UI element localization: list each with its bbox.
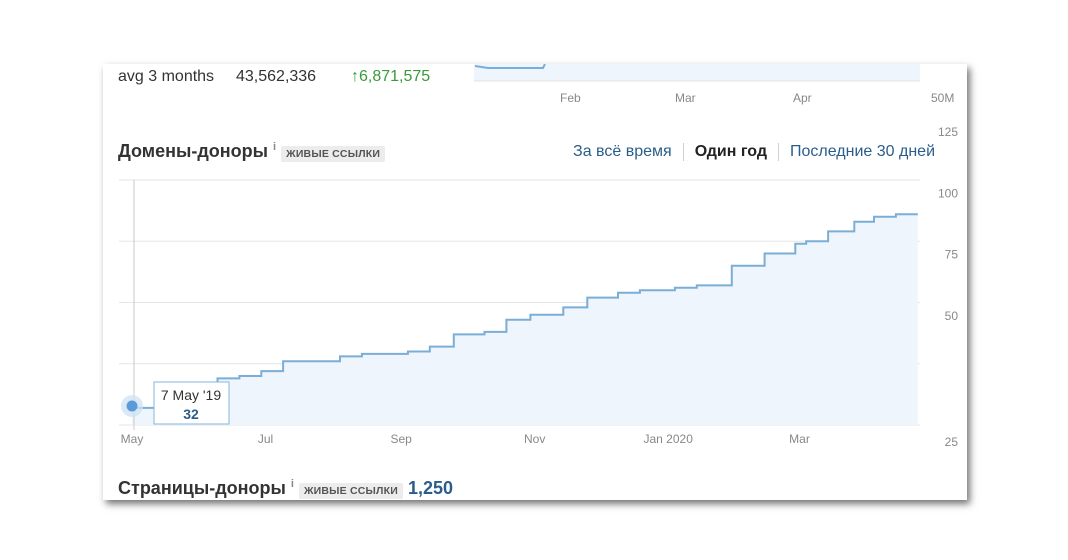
referring-domains-chart[interactable]: 7 May '19 32 May Jul Sep Nov Jan 2020 Mar 25 5…: [103, 64, 967, 500]
tooltip-date: 7 May '19: [161, 387, 221, 403]
y-tick-label: 50: [945, 309, 959, 323]
x-tick-label: Mar: [789, 432, 810, 446]
y-tick-label: 25: [945, 435, 959, 449]
live-links-badge: ЖИВЫЕ ССЫЛКИ: [298, 483, 403, 499]
tooltip-value: 32: [183, 406, 199, 422]
backlinks-card: avg 3 months 43,562,336 ↑6,871,575 Feb M…: [103, 64, 967, 500]
pages-section-title: Страницы-доноры: [118, 478, 286, 498]
hover-point: [126, 400, 138, 412]
x-tick-label: Nov: [524, 432, 545, 446]
x-tick-label: Sep: [391, 432, 413, 446]
y-tick-label: 125: [938, 125, 958, 139]
x-tick-label: May: [121, 432, 144, 446]
pages-section-row: Страницы-доноры i ЖИВЫЕ ССЫЛКИ 1,250: [118, 478, 453, 499]
info-icon[interactable]: i: [291, 478, 294, 490]
y-tick-label: 75: [945, 248, 959, 262]
x-tick-label: Jul: [258, 432, 273, 446]
y-tick-label: 100: [938, 186, 958, 200]
tooltip: 7 May '19 32: [153, 381, 230, 425]
pages-count: 1,250: [407, 478, 454, 498]
x-tick-label: Jan 2020: [643, 432, 693, 446]
